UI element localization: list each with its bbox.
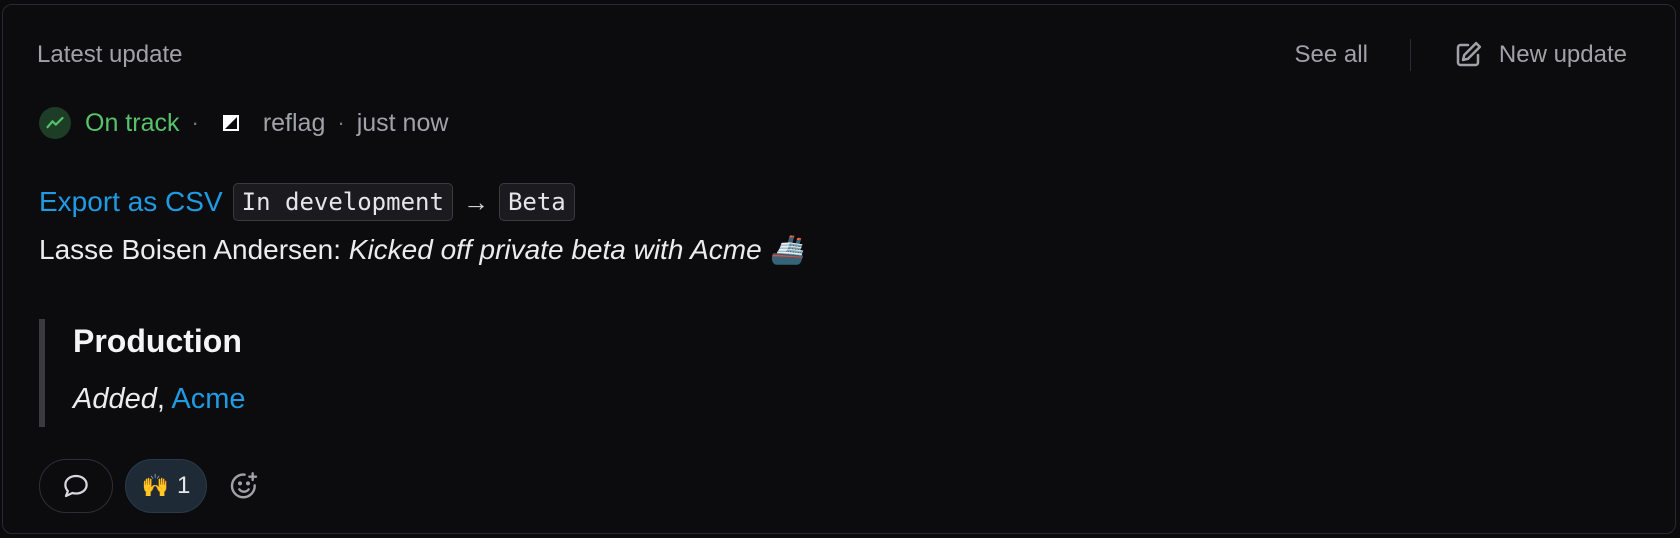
edit-icon	[1456, 41, 1482, 67]
comma: ,	[156, 383, 172, 415]
comment-button[interactable]	[39, 459, 113, 513]
update-card: Latest update See all New update On trac…	[2, 4, 1676, 534]
feature-link[interactable]: Export as CSV	[39, 186, 223, 218]
separator-dot: ·	[191, 110, 199, 135]
section-body: Added, Acme	[73, 383, 246, 416]
header-actions: See all New update	[1295, 39, 1627, 71]
added-label: Added	[73, 383, 157, 415]
status-row: On track · reflag · just now	[39, 105, 448, 141]
add-reaction-button[interactable]	[217, 459, 271, 513]
add-reaction-icon	[230, 472, 258, 499]
update-message: Kicked off private beta with Acme 🚢	[348, 234, 805, 265]
new-update-button[interactable]: New update	[1453, 40, 1627, 70]
card-header: Latest update See all New update	[37, 33, 1627, 77]
reflag-logo-icon	[222, 115, 239, 131]
section-blockquote: Production Added, Acme	[39, 319, 645, 427]
reaction-count: 1	[177, 472, 191, 499]
stage-change-line: Export as CSV In development → Beta	[39, 183, 575, 221]
arrow-right-icon: →	[462, 186, 489, 217]
reaction-bar: 🙌 1	[39, 459, 271, 513]
company-link[interactable]: Acme	[171, 383, 245, 415]
separator-dot: ·	[337, 110, 345, 135]
raised-hands-emoji: 🙌	[141, 473, 170, 498]
reaction-raised-hands-button[interactable]: 🙌 1	[125, 459, 207, 513]
header-divider	[1409, 39, 1411, 71]
see-all-link[interactable]: See all	[1295, 41, 1368, 69]
timestamp: just now	[356, 108, 449, 137]
from-stage-badge: In development	[232, 183, 453, 221]
message-author: Lasse Boisen Andersen:	[39, 234, 349, 265]
comment-icon	[64, 474, 88, 498]
section-title: Production	[73, 323, 242, 359]
to-stage-badge: Beta	[498, 183, 575, 221]
trend-up-icon	[39, 107, 71, 139]
author-name: reflag	[262, 108, 326, 137]
card-title: Latest update	[37, 41, 183, 68]
status-label: On track	[85, 108, 180, 137]
update-message-line: Lasse Boisen Andersen: Kicked off privat…	[39, 233, 804, 266]
new-update-label: New update	[1498, 41, 1627, 68]
